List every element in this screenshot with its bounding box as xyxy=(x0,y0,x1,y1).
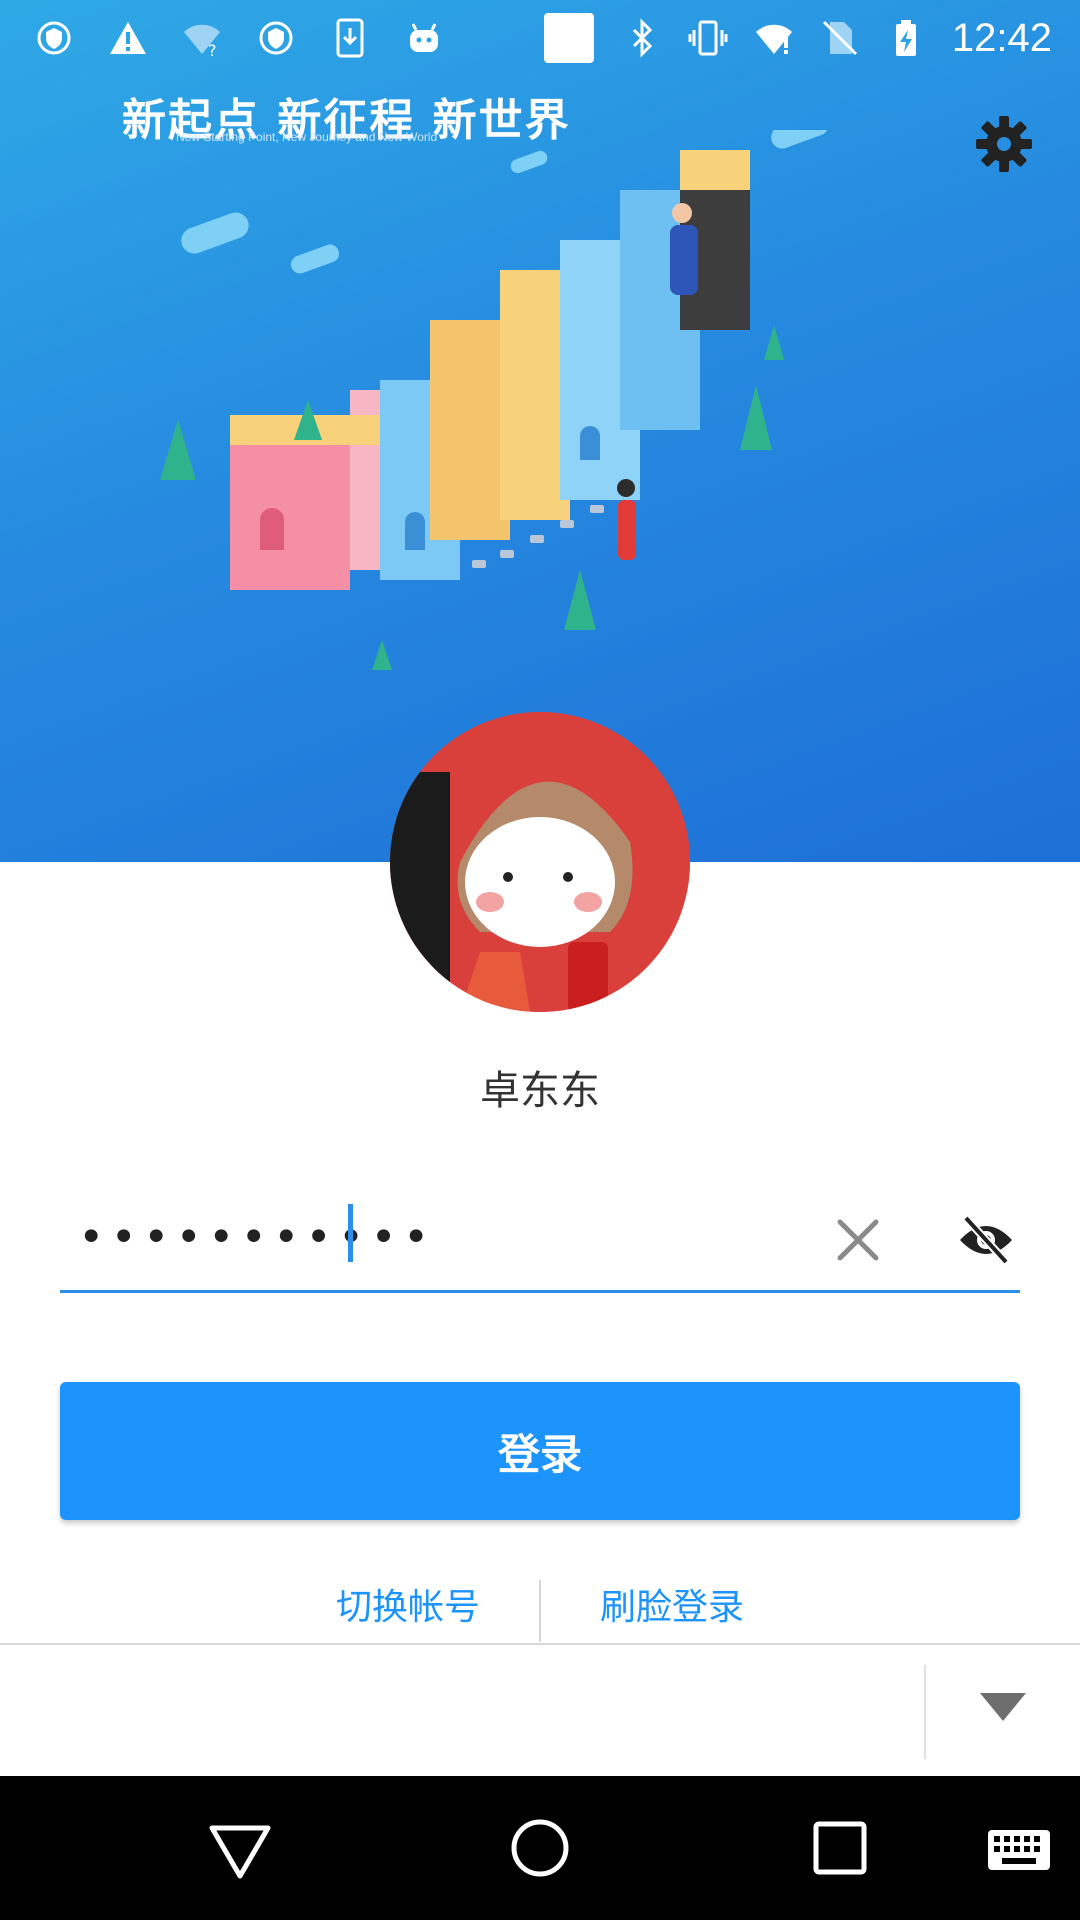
recents-square-icon[interactable] xyxy=(804,1812,876,1884)
square-icon xyxy=(542,11,596,65)
battery-charging-icon xyxy=(886,18,926,58)
wifi-alert-icon xyxy=(754,18,794,58)
download-icon xyxy=(330,18,370,58)
login-options: 切换帐号 刷脸登录 xyxy=(0,1578,1080,1642)
system-nav-bar xyxy=(0,1776,1080,1920)
settings-gear-icon[interactable] xyxy=(972,112,1036,176)
keyboard-icon[interactable] xyxy=(986,1812,1052,1884)
wifi-question-icon: ? xyxy=(182,18,222,58)
eye-off-icon[interactable] xyxy=(956,1210,1016,1270)
home-circle-icon[interactable] xyxy=(504,1812,576,1884)
vpn-shield-icon xyxy=(34,18,74,58)
text-cursor xyxy=(348,1204,353,1262)
chevron-down-icon[interactable] xyxy=(980,1693,1026,1723)
vibrate-icon xyxy=(688,18,728,58)
status-clock: 12:42 xyxy=(951,15,1052,60)
switch-account-link[interactable]: 切换帐号 xyxy=(336,1578,480,1630)
no-sim-icon xyxy=(820,18,860,58)
password-masked-value: ••••••••••• xyxy=(78,1212,436,1263)
username-label: 卓东东 xyxy=(480,1068,600,1114)
bluetooth-icon xyxy=(622,18,662,58)
password-field[interactable]: ••••••••••• xyxy=(60,1190,1020,1293)
face-login-link[interactable]: 刷脸登录 xyxy=(600,1578,744,1630)
user-avatar xyxy=(390,712,690,1012)
svg-text:?: ? xyxy=(208,41,217,58)
panel-divider xyxy=(924,1665,926,1759)
login-button[interactable]: 登录 xyxy=(60,1382,1020,1520)
new-world-illustration xyxy=(160,130,829,670)
warning-icon xyxy=(108,18,148,58)
android-icon xyxy=(404,18,444,58)
clear-icon[interactable] xyxy=(830,1212,886,1268)
status-bar: ? 12:42 xyxy=(0,0,1080,76)
bottom-panel xyxy=(0,1643,1080,1777)
links-divider xyxy=(539,1580,541,1642)
back-triangle-icon[interactable] xyxy=(204,1812,276,1884)
vpn-shield-icon xyxy=(256,18,296,58)
